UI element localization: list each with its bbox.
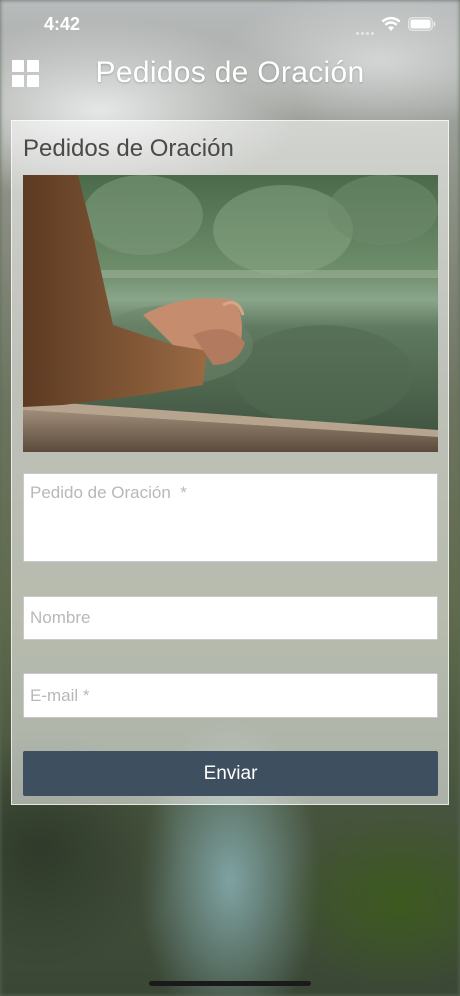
prayer-request-card: Pedidos de Oración Pedido de Oración * N… — [11, 120, 449, 805]
wifi-icon — [381, 16, 401, 31]
cellular-signal-icon — [356, 22, 378, 35]
battery-icon — [408, 17, 436, 31]
home-indicator — [149, 981, 311, 986]
submit-button[interactable]: Enviar — [23, 751, 438, 796]
nav-bar: Pedidos de Oración — [0, 50, 460, 102]
status-bar: 4:42 — [0, 0, 460, 50]
hero-image — [23, 175, 438, 452]
status-time: 4:42 — [44, 14, 81, 34]
page-title: Pedidos de Oración — [95, 56, 365, 89]
name-field[interactable] — [23, 596, 438, 640]
card-title: Pedidos de Oración — [23, 135, 234, 162]
prayer-request-field[interactable] — [23, 473, 438, 562]
email-field[interactable] — [23, 673, 438, 718]
